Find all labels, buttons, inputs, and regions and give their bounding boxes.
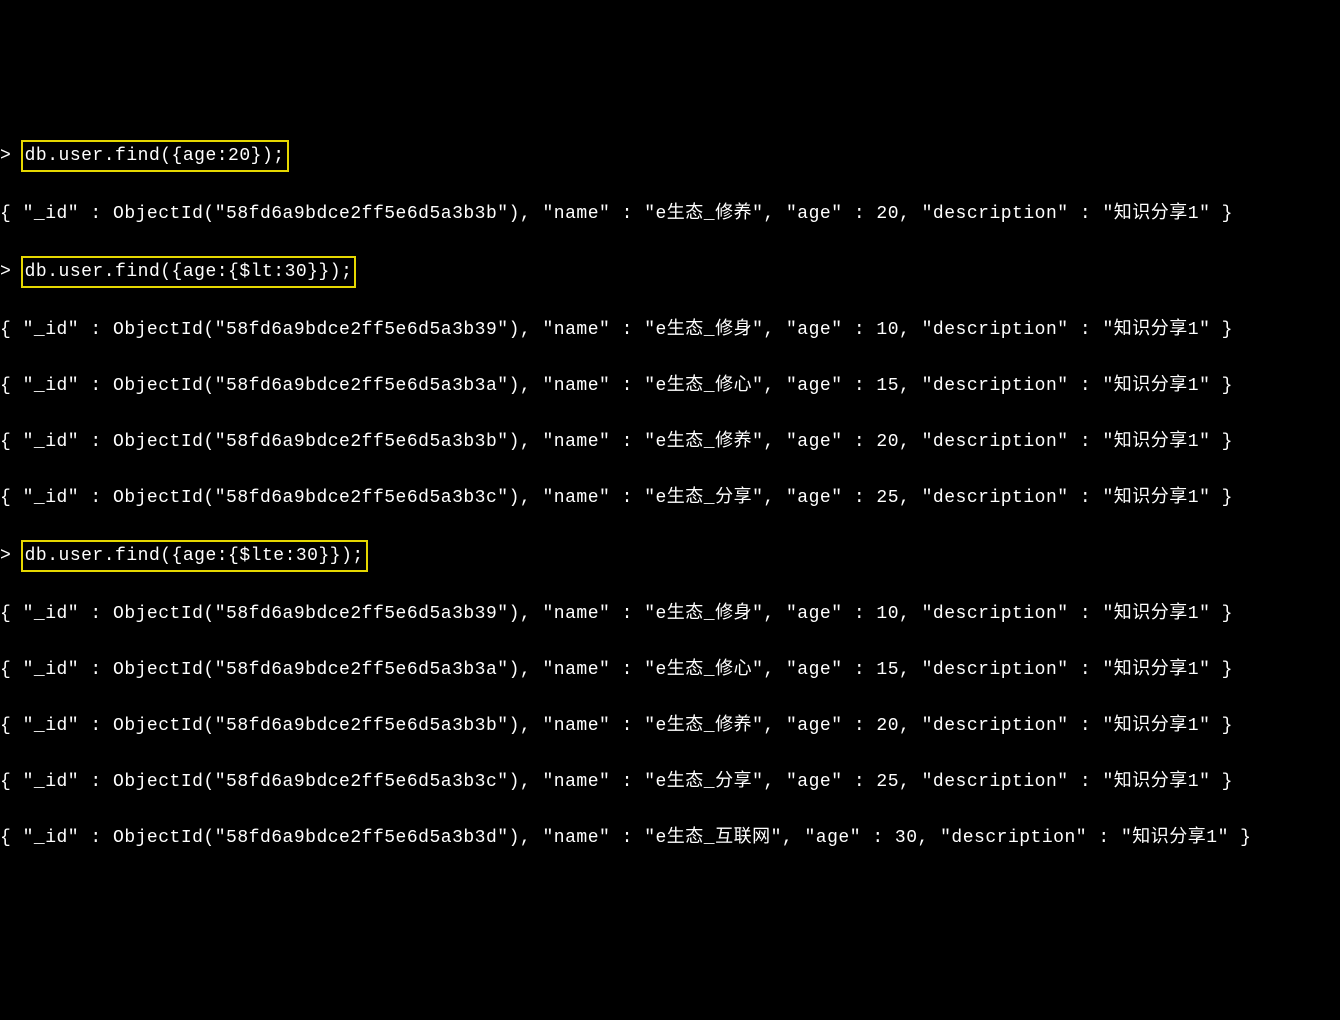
command-line-2[interactable]: > db.user.find({age:{$lt:30}}); bbox=[0, 256, 1340, 288]
result-line: { "_id" : ObjectId("58fd6a9bdce2ff5e6d5a… bbox=[0, 372, 1340, 400]
result-line: { "_id" : ObjectId("58fd6a9bdce2ff5e6d5a… bbox=[0, 200, 1340, 228]
result-line: { "_id" : ObjectId("58fd6a9bdce2ff5e6d5a… bbox=[0, 484, 1340, 512]
prompt-symbol: > bbox=[0, 262, 11, 282]
command-text-3: db.user.find({age:{$lte:30}}); bbox=[25, 546, 364, 566]
prompt-symbol: > bbox=[0, 146, 11, 166]
highlight-annotation-3: db.user.find({age:{$lte:30}}); bbox=[21, 540, 368, 572]
highlight-annotation-1: db.user.find({age:20}); bbox=[21, 140, 289, 172]
prompt-symbol: > bbox=[0, 546, 11, 566]
command-text-2: db.user.find({age:{$lt:30}}); bbox=[25, 262, 353, 282]
result-line: { "_id" : ObjectId("58fd6a9bdce2ff5e6d5a… bbox=[0, 656, 1340, 684]
command-line-1[interactable]: > db.user.find({age:20}); bbox=[0, 140, 1340, 172]
command-text-1: db.user.find({age:20}); bbox=[25, 146, 285, 166]
result-line: { "_id" : ObjectId("58fd6a9bdce2ff5e6d5a… bbox=[0, 824, 1340, 852]
result-line: { "_id" : ObjectId("58fd6a9bdce2ff5e6d5a… bbox=[0, 428, 1340, 456]
result-line: { "_id" : ObjectId("58fd6a9bdce2ff5e6d5a… bbox=[0, 600, 1340, 628]
result-line: { "_id" : ObjectId("58fd6a9bdce2ff5e6d5a… bbox=[0, 768, 1340, 796]
result-line: { "_id" : ObjectId("58fd6a9bdce2ff5e6d5a… bbox=[0, 712, 1340, 740]
result-line: { "_id" : ObjectId("58fd6a9bdce2ff5e6d5a… bbox=[0, 316, 1340, 344]
command-line-3[interactable]: > db.user.find({age:{$lte:30}}); bbox=[0, 540, 1340, 572]
terminal-window[interactable]: > db.user.find({age:20}); { "_id" : Obje… bbox=[0, 112, 1340, 880]
highlight-annotation-2: db.user.find({age:{$lt:30}}); bbox=[21, 256, 357, 288]
